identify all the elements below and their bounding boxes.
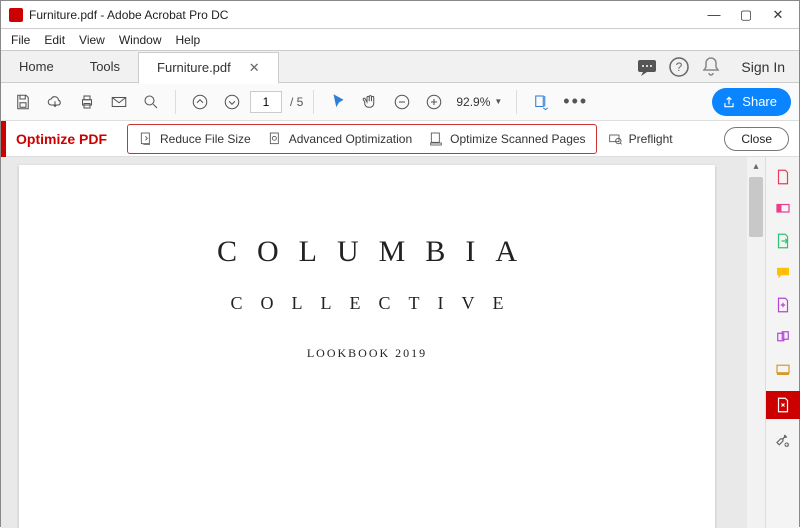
optimize-toolbar: Optimize PDF Reduce File Size Advanced O… — [1, 121, 799, 157]
zoom-in-icon[interactable] — [420, 88, 448, 116]
rail-scan-icon[interactable] — [773, 359, 793, 379]
rail-edit-pdf-icon[interactable] — [773, 199, 793, 219]
rail-organize-icon[interactable] — [773, 295, 793, 315]
cloud-icon[interactable] — [41, 88, 69, 116]
share-label: Share — [742, 94, 777, 109]
preflight-icon — [607, 131, 623, 147]
close-tool-button[interactable]: Close — [724, 127, 789, 151]
tab-home-label: Home — [19, 59, 54, 74]
comment-icon[interactable] — [635, 55, 659, 79]
divider — [175, 90, 176, 114]
scroll-up-icon[interactable]: ▴ — [747, 157, 765, 175]
preflight-button[interactable]: Preflight — [597, 131, 683, 147]
pointer-icon[interactable] — [324, 88, 352, 116]
rail-optimize-icon[interactable] — [766, 391, 800, 419]
doc-heading-2: COLLECTIVE — [19, 293, 715, 314]
optimize-highlight-group: Reduce File Size Advanced Optimization O… — [127, 124, 597, 154]
tab-home[interactable]: Home — [1, 51, 72, 83]
main-toolbar: / 5 92.9% ▼ ••• Share — [1, 83, 799, 121]
tab-close-icon[interactable]: ✕ — [249, 60, 260, 76]
window-title: Furniture.pdf - Adobe Acrobat Pro DC — [29, 8, 707, 22]
rail-create-pdf-icon[interactable] — [773, 167, 793, 187]
scroll-thumb[interactable] — [749, 177, 763, 237]
page-up-icon[interactable] — [186, 88, 214, 116]
doc-heading-1: COLUMBIA — [19, 235, 715, 269]
share-icon — [722, 95, 736, 109]
maximize-button[interactable]: ▢ — [739, 7, 753, 23]
tab-tools[interactable]: Tools — [72, 51, 138, 83]
more-icon[interactable]: ••• — [559, 91, 592, 112]
mail-icon[interactable] — [105, 88, 133, 116]
menubar: File Edit View Window Help — [1, 29, 799, 51]
reduce-label: Reduce File Size — [160, 132, 251, 146]
document-viewport[interactable]: COLUMBIA COLLECTIVE LOOKBOOK 2019 INSPIR… — [1, 157, 747, 528]
menu-help[interactable]: Help — [176, 33, 201, 47]
zoom-out-icon[interactable] — [388, 88, 416, 116]
menu-edit[interactable]: Edit — [44, 33, 65, 47]
reduce-icon — [138, 131, 154, 147]
rail-combine-icon[interactable] — [773, 327, 793, 347]
scanned-icon — [428, 131, 444, 147]
divider — [313, 90, 314, 114]
window-controls: — ▢ ✕ — [707, 7, 791, 23]
minimize-button[interactable]: — — [707, 7, 721, 23]
reduce-file-size-button[interactable]: Reduce File Size — [130, 127, 259, 151]
titlebar: Furniture.pdf - Adobe Acrobat Pro DC — ▢… — [1, 1, 799, 29]
page-down-icon[interactable] — [218, 88, 246, 116]
save-icon[interactable] — [9, 88, 37, 116]
rail-export-pdf-icon[interactable] — [773, 231, 793, 251]
content-area: ▸ COLUMBIA COLLECTIVE LOOKBOOK 2019 INSP… — [1, 157, 799, 528]
bell-icon[interactable] — [699, 55, 723, 79]
optimize-scanned-button[interactable]: Optimize Scanned Pages — [420, 127, 593, 151]
tab-document[interactable]: Furniture.pdf ✕ — [138, 52, 279, 84]
menu-window[interactable]: Window — [119, 33, 162, 47]
fit-width-icon[interactable] — [527, 88, 555, 116]
page-count: / 5 — [290, 95, 303, 109]
svg-text:?: ? — [676, 60, 683, 74]
help-icon[interactable]: ? — [667, 55, 691, 79]
close-window-button[interactable]: ✕ — [771, 7, 785, 23]
app-icon — [9, 8, 23, 22]
zoom-dropdown[interactable]: 92.9% ▼ — [456, 95, 502, 109]
dropdown-icon: ▼ — [494, 97, 502, 106]
pdf-page: COLUMBIA COLLECTIVE LOOKBOOK 2019 INSPIR… — [19, 165, 715, 528]
divider — [516, 90, 517, 114]
advanced-icon — [267, 131, 283, 147]
preflight-label: Preflight — [629, 132, 673, 146]
share-button[interactable]: Share — [712, 88, 791, 116]
scanned-label: Optimize Scanned Pages — [450, 132, 585, 146]
advanced-optimization-button[interactable]: Advanced Optimization — [259, 127, 420, 151]
rail-more-tools-icon[interactable] — [773, 431, 793, 451]
doc-subheading: LOOKBOOK 2019 — [19, 346, 715, 361]
advanced-label: Advanced Optimization — [289, 132, 412, 146]
optimize-pdf-title: Optimize PDF — [16, 131, 107, 147]
sign-in-button[interactable]: Sign In — [727, 59, 799, 75]
search-icon[interactable] — [137, 88, 165, 116]
print-icon[interactable] — [73, 88, 101, 116]
close-label: Close — [741, 132, 772, 146]
tab-bar: Home Tools Furniture.pdf ✕ ? Sign In — [1, 51, 799, 83]
tool-stripe — [1, 121, 6, 157]
menu-file[interactable]: File — [11, 33, 30, 47]
right-tool-rail — [765, 157, 799, 528]
tab-tools-label: Tools — [90, 59, 120, 74]
tab-document-label: Furniture.pdf — [157, 60, 231, 75]
menu-view[interactable]: View — [79, 33, 105, 47]
zoom-value: 92.9% — [456, 95, 490, 109]
scrollbar[interactable]: ▴ — [747, 157, 765, 528]
page-number-input[interactable] — [250, 91, 282, 113]
rail-comment-icon[interactable] — [773, 263, 793, 283]
hand-icon[interactable] — [356, 88, 384, 116]
